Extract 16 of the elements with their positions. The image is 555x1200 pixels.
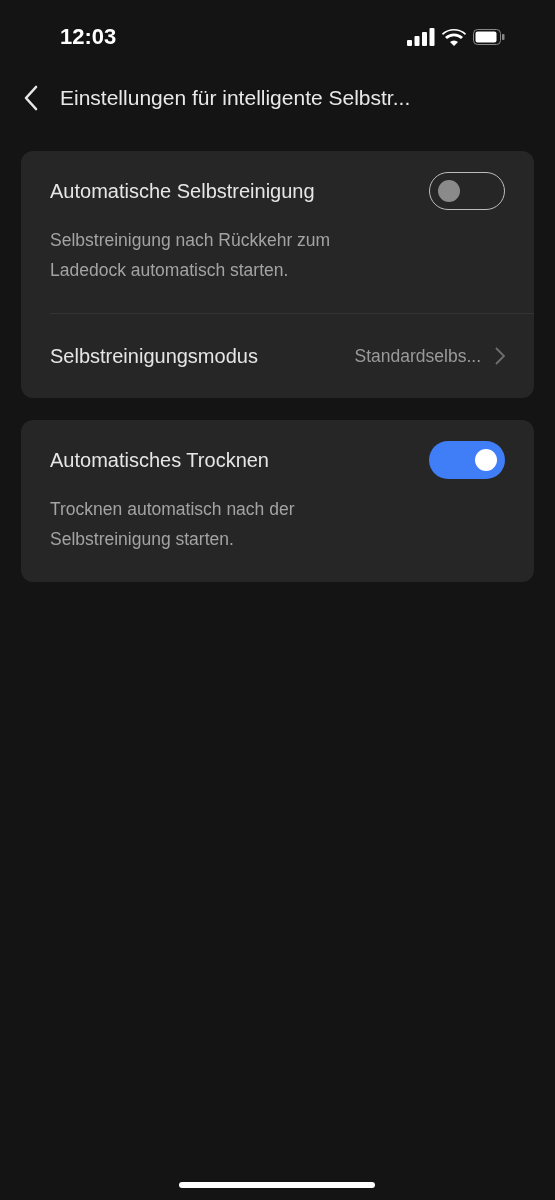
mode-row[interactable]: Selbstreinigungsmodus Standardselbs... — [50, 314, 505, 398]
setting-description: Selbstreinigung nach Rückkehr zum Ladedock automatisch starten. — [50, 229, 332, 282]
page-title: Einstellungen für intelligente Selbstr... — [60, 86, 411, 110]
wifi-icon — [442, 28, 466, 46]
chevron-left-icon — [24, 85, 38, 111]
setting-title: Automatische Selbstreinigung — [50, 179, 315, 203]
signal-icon — [407, 28, 435, 46]
back-button[interactable] — [24, 85, 38, 111]
setting-value: Standardselbs... — [354, 345, 481, 367]
toggle-switch[interactable] — [429, 441, 505, 479]
setting-description: Trocknen automatisch nach der Selbstreinigung starten. — [50, 498, 296, 551]
chevron-right-icon — [495, 347, 505, 365]
setting-title: Automatisches Trocknen — [50, 448, 269, 472]
setting-title: Selbstreinigungsmodus — [50, 344, 259, 369]
status-time: 12:03 — [60, 24, 117, 50]
battery-icon — [473, 29, 505, 45]
